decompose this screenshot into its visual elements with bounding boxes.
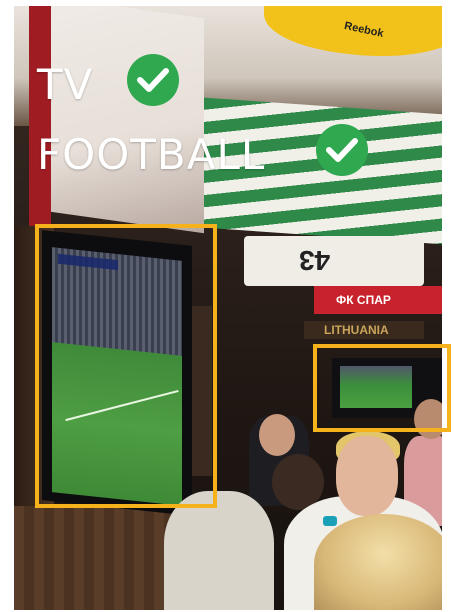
person-beige-shirt xyxy=(164,491,274,610)
bar-sign: LITHUANIA xyxy=(304,321,424,339)
hanging-jersey: 43 xyxy=(244,236,424,286)
jersey-number: 43 xyxy=(299,245,331,276)
left-tv-highlight xyxy=(35,224,217,508)
bar-sign-text: LITHUANIA xyxy=(324,323,389,337)
club-banner-text: ФК СПАР xyxy=(336,293,391,307)
check-circle-icon xyxy=(316,124,368,176)
caption-football: FOOTBALL xyxy=(37,130,266,179)
check-circle-icon xyxy=(127,54,179,106)
image-frame: Reebok 43 ФК СПАР LITHUANIA TV FOOTBALL xyxy=(0,0,454,612)
person-head xyxy=(259,414,295,456)
club-banner: ФК СПАР xyxy=(314,286,442,314)
wood-panel xyxy=(14,506,174,610)
caption-tv: TV xyxy=(37,60,94,109)
flag-stripe xyxy=(29,6,51,237)
smartwatch xyxy=(323,516,337,526)
olympiacos-flag xyxy=(29,6,204,237)
blonde-woman xyxy=(314,514,442,610)
surprised-face xyxy=(336,436,398,516)
right-tv-highlight xyxy=(313,344,451,432)
